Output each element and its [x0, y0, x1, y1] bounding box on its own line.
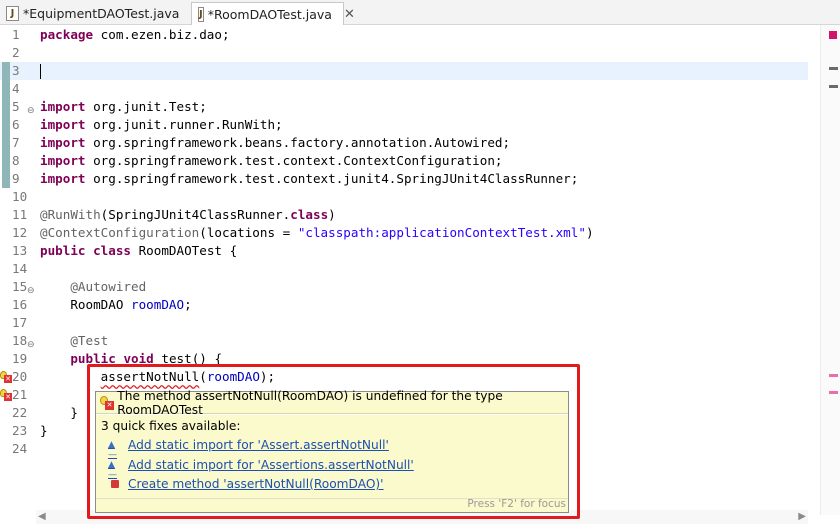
- line-number: 15: [12, 279, 28, 294]
- code-line[interactable]: 10: [0, 188, 808, 206]
- code-text: import org.springframework.test.context.…: [40, 153, 503, 168]
- line-number: 19: [12, 351, 28, 366]
- line-number: 13: [12, 243, 28, 258]
- line-number: 6: [12, 117, 20, 132]
- code-text: }: [40, 405, 78, 420]
- change-indicator: [2, 116, 10, 134]
- change-indicator: [2, 152, 10, 170]
- line-number: 7: [12, 135, 20, 150]
- code-line[interactable]: 12 @ContextConfiguration(locations = "cla…: [0, 224, 808, 242]
- tab-equipment-dao-test[interactable]: J *EquipmentDAOTest.java: [0, 2, 190, 25]
- code-text: }: [40, 423, 48, 438]
- line-number: 9: [12, 171, 20, 186]
- line-number: 8: [12, 153, 20, 168]
- ruler-error-mark[interactable]: [829, 374, 838, 377]
- code-text: import org.springframework.test.context.…: [40, 171, 579, 186]
- error-lightbulb-icon[interactable]: ✕: [0, 389, 12, 401]
- code-text: import org.springframework.beans.factory…: [40, 135, 511, 150]
- line-number: 18: [12, 333, 28, 348]
- code-text: @RunWith(SpringJUnit4ClassRunner.class): [40, 207, 336, 222]
- line-number: 3: [12, 63, 20, 78]
- code-line[interactable]: 11 @RunWith(SpringJUnit4ClassRunner.class…: [0, 206, 808, 224]
- ruler-mark[interactable]: [829, 85, 838, 88]
- change-indicator: [2, 62, 10, 80]
- line-number: 10: [12, 189, 28, 204]
- line-number: 14: [12, 261, 28, 276]
- line-number: 4: [12, 81, 20, 96]
- code-text: package com.ezen.biz.dao;: [40, 27, 230, 42]
- code-line[interactable]: 14: [0, 260, 808, 278]
- code-line[interactable]: 5 ⊖ import org.junit.Test;: [0, 98, 808, 116]
- code-text: import org.junit.Test;: [40, 99, 207, 114]
- line-number: 2: [12, 45, 20, 60]
- code-line[interactable]: 9 import org.springframework.test.context…: [0, 170, 808, 188]
- code-line[interactable]: 18 ⊖ @Test: [0, 332, 808, 350]
- ruler-mark[interactable]: [829, 67, 838, 70]
- code-line[interactable]: 8 import org.springframework.test.context…: [0, 152, 808, 170]
- change-indicator: [2, 80, 10, 98]
- line-number: 1: [12, 27, 20, 42]
- line-number: 11: [12, 207, 28, 222]
- java-file-icon: J: [6, 6, 19, 21]
- line-number: 23: [12, 423, 28, 438]
- close-icon[interactable]: ✕: [344, 7, 355, 22]
- ruler-error-mark[interactable]: [829, 391, 838, 394]
- scroll-right-icon[interactable]: ▶: [798, 510, 806, 524]
- change-indicator: [2, 170, 10, 188]
- line-number: 22: [12, 405, 28, 420]
- error-lightbulb-icon[interactable]: ✕: [0, 371, 12, 383]
- tab-label: *RoomDAOTest.java: [207, 6, 332, 22]
- code-line[interactable]: 3: [0, 62, 808, 80]
- code-text: @Autowired: [70, 279, 147, 294]
- highlight-box: [87, 364, 580, 519]
- java-file-icon: J: [198, 6, 204, 22]
- code-line[interactable]: 17: [0, 314, 808, 332]
- error-summary-icon[interactable]: [829, 31, 837, 39]
- code-text: [40, 62, 41, 80]
- code-text: @Test: [70, 333, 109, 348]
- code-line[interactable]: 7 import org.springframework.beans.factor…: [0, 134, 808, 152]
- code-text: import org.junit.runner.RunWith;: [40, 117, 283, 132]
- line-number: 5: [12, 99, 20, 114]
- overview-ruler[interactable]: [820, 25, 840, 515]
- scroll-left-icon[interactable]: ◀: [38, 510, 46, 524]
- code-line[interactable]: 2: [0, 44, 808, 62]
- code-line[interactable]: 6 import org.junit.runner.RunWith;: [0, 116, 808, 134]
- code-line[interactable]: 16 RoomDAO roomDAO;: [0, 296, 808, 314]
- code-line[interactable]: 1 package com.ezen.biz.dao;: [0, 26, 808, 44]
- tab-label: *EquipmentDAOTest.java: [23, 6, 180, 21]
- line-number: 12: [12, 225, 28, 240]
- code-line[interactable]: 4: [0, 80, 808, 98]
- line-number: 20: [12, 369, 28, 384]
- code-line[interactable]: 13 public class RoomDAOTest {: [0, 242, 808, 260]
- line-number: 24: [12, 441, 28, 456]
- line-number: 17: [12, 315, 28, 330]
- code-line[interactable]: 15 ⊖ @Autowired: [0, 278, 808, 296]
- tab-room-dao-test[interactable]: J *RoomDAOTest.java ✕: [191, 2, 355, 25]
- code-text: @ContextConfiguration(locations = "class…: [40, 225, 594, 240]
- line-number: 21: [12, 387, 28, 402]
- code-text: public class RoomDAOTest {: [40, 243, 238, 258]
- code-text: RoomDAO roomDAO;: [40, 297, 192, 312]
- change-indicator: [2, 98, 10, 116]
- editor-tab-bar: J *EquipmentDAOTest.java J *RoomDAOTest.…: [0, 0, 840, 25]
- change-indicator: [2, 134, 10, 152]
- line-number: 16: [12, 297, 28, 312]
